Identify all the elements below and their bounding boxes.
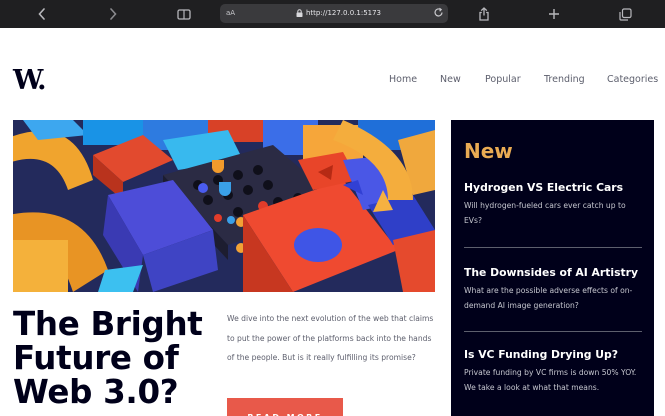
nav-trending[interactable]: Trending bbox=[544, 74, 585, 85]
url-text: http://127.0.0.1:5173 bbox=[306, 9, 382, 17]
lock-icon bbox=[296, 9, 303, 19]
panel-title: New bbox=[464, 139, 513, 163]
back-icon[interactable] bbox=[34, 0, 50, 28]
list-item[interactable]: Hydrogen VS Electric Cars Will hydrogen-… bbox=[464, 181, 642, 228]
nav-popular[interactable]: Popular bbox=[485, 74, 521, 85]
news-desc: What are the possible adverse effects of… bbox=[464, 286, 633, 310]
reader-icon[interactable] bbox=[175, 0, 193, 28]
nav-home[interactable]: Home bbox=[389, 74, 417, 85]
tabs-overview-icon[interactable] bbox=[616, 0, 634, 28]
feature-lede: We dive into the next evolution of the w… bbox=[227, 314, 434, 362]
divider bbox=[464, 247, 642, 248]
news-desc: Will hydrogen-fueled cars ever catch up … bbox=[464, 201, 626, 225]
read-more-button[interactable]: READ MORE bbox=[227, 398, 343, 416]
text-size-button[interactable]: aA bbox=[226, 9, 235, 17]
nav-new[interactable]: New bbox=[440, 74, 461, 85]
share-icon[interactable] bbox=[475, 0, 493, 28]
new-tab-icon[interactable] bbox=[546, 0, 562, 28]
reload-icon[interactable] bbox=[433, 7, 444, 20]
address-bar[interactable]: aA http://127.0.0.1:5173 bbox=[220, 4, 448, 23]
divider bbox=[464, 331, 642, 332]
feature-headline[interactable]: The Bright Future of Web 3.0? bbox=[13, 307, 213, 409]
news-desc: Private funding by VC firms is down 50% … bbox=[464, 368, 637, 392]
news-title[interactable]: Is VC Funding Drying Up? bbox=[464, 348, 642, 361]
news-title[interactable]: Hydrogen VS Electric Cars bbox=[464, 181, 642, 194]
nav-categories[interactable]: Categories bbox=[607, 74, 658, 85]
browser-toolbar: aA http://127.0.0.1:5173 bbox=[0, 0, 665, 28]
new-panel: New Hydrogen VS Electric Cars Will hydro… bbox=[451, 120, 654, 416]
main-nav: Home New Popular Trending Categories bbox=[0, 74, 665, 88]
list-item[interactable]: The Downsides of AI Artistry What are th… bbox=[464, 266, 642, 313]
list-item[interactable]: Is VC Funding Drying Up? Private funding… bbox=[464, 348, 642, 395]
news-title[interactable]: The Downsides of AI Artistry bbox=[464, 266, 642, 279]
hero-image bbox=[13, 120, 435, 292]
forward-icon[interactable] bbox=[105, 0, 121, 28]
